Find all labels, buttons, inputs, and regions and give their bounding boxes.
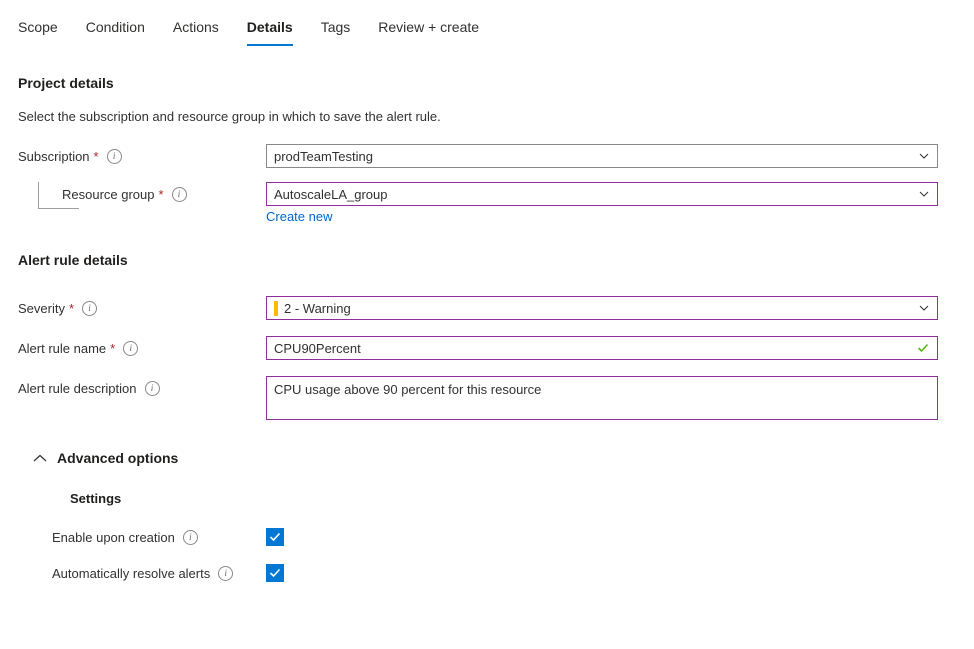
required-indicator: * bbox=[110, 342, 115, 355]
tab-label: Tags bbox=[321, 19, 351, 35]
tab-label: Scope bbox=[18, 19, 58, 35]
advanced-options-toggle[interactable]: Advanced options bbox=[33, 450, 974, 466]
severity-label-cell: Severity * i bbox=[18, 296, 266, 316]
severity-value: 2 - Warning bbox=[284, 301, 351, 316]
resource-group-row: Resource group * i AutoscaleLA_group Cre… bbox=[18, 182, 974, 224]
chevron-down-icon bbox=[919, 189, 929, 199]
advanced-options-label: Advanced options bbox=[57, 450, 178, 466]
valid-check-icon bbox=[917, 342, 929, 354]
tab-scope[interactable]: Scope bbox=[16, 18, 72, 46]
alert-rule-name-label-cell: Alert rule name * i bbox=[18, 336, 266, 356]
auto-resolve-alerts-row: Automatically resolve alerts i bbox=[18, 564, 974, 582]
auto-resolve-alerts-checkbox[interactable] bbox=[266, 564, 284, 582]
enable-upon-creation-label-cell: Enable upon creation i bbox=[18, 528, 266, 545]
alert-rule-name-row: Alert rule name * i CPU90Percent bbox=[18, 336, 974, 360]
resource-group-label: Resource group bbox=[62, 187, 155, 202]
subscription-dropdown[interactable]: prodTeamTesting bbox=[266, 144, 938, 168]
tab-label: Details bbox=[247, 19, 293, 35]
required-indicator: * bbox=[69, 302, 74, 315]
required-indicator: * bbox=[94, 150, 99, 163]
resource-group-label-cell: Resource group * i bbox=[18, 182, 266, 202]
resource-group-field-cell: AutoscaleLA_group Create new bbox=[266, 182, 974, 224]
enable-upon-creation-field-cell bbox=[266, 528, 974, 546]
alert-rule-name-field-cell: CPU90Percent bbox=[266, 336, 974, 360]
info-icon[interactable]: i bbox=[82, 301, 97, 316]
settings-heading: Settings bbox=[70, 491, 974, 506]
info-icon[interactable]: i bbox=[145, 381, 160, 396]
wizard-tab-bar: Scope Condition Actions Details Tags Rev… bbox=[0, 0, 974, 46]
severity-field-cell: 2 - Warning bbox=[266, 296, 974, 320]
info-icon[interactable]: i bbox=[107, 149, 122, 164]
project-details-heading: Project details bbox=[18, 75, 974, 91]
alert-rule-description-label: Alert rule description bbox=[18, 381, 137, 396]
tab-condition[interactable]: Condition bbox=[72, 18, 159, 46]
alert-rule-description-row: Alert rule description i CPU usage above… bbox=[18, 376, 974, 420]
tab-details[interactable]: Details bbox=[233, 18, 307, 46]
check-icon bbox=[269, 567, 281, 579]
check-icon bbox=[269, 531, 281, 543]
subscription-field-cell: prodTeamTesting bbox=[266, 144, 974, 168]
info-icon[interactable]: i bbox=[123, 341, 138, 356]
tab-label: Review + create bbox=[378, 19, 479, 35]
alert-rule-name-label: Alert rule name bbox=[18, 341, 106, 356]
auto-resolve-alerts-field-cell bbox=[266, 564, 974, 582]
alert-rule-details-heading: Alert rule details bbox=[18, 252, 974, 268]
alert-rule-description-textarea[interactable]: CPU usage above 90 percent for this reso… bbox=[266, 376, 938, 420]
chevron-down-icon bbox=[919, 303, 929, 313]
required-indicator: * bbox=[159, 188, 164, 201]
project-details-description: Select the subscription and resource gro… bbox=[18, 109, 974, 124]
resource-group-dropdown[interactable]: AutoscaleLA_group bbox=[266, 182, 938, 206]
severity-row: Severity * i 2 - Warning bbox=[18, 296, 974, 320]
resource-group-value: AutoscaleLA_group bbox=[274, 187, 387, 202]
info-icon[interactable]: i bbox=[172, 187, 187, 202]
chevron-down-icon bbox=[919, 151, 929, 161]
chevron-up-icon bbox=[33, 454, 47, 463]
severity-dropdown[interactable]: 2 - Warning bbox=[266, 296, 938, 320]
tab-review-create[interactable]: Review + create bbox=[364, 18, 493, 46]
alert-rule-name-input[interactable]: CPU90Percent bbox=[266, 336, 938, 360]
tab-actions[interactable]: Actions bbox=[159, 18, 233, 46]
severity-label: Severity bbox=[18, 301, 65, 316]
subscription-label-cell: Subscription * i bbox=[18, 144, 266, 164]
enable-upon-creation-row: Enable upon creation i bbox=[18, 528, 974, 546]
auto-resolve-alerts-label: Automatically resolve alerts bbox=[52, 566, 210, 581]
alert-rule-name-value: CPU90Percent bbox=[274, 341, 361, 356]
alert-rule-description-field-cell: CPU usage above 90 percent for this reso… bbox=[266, 376, 974, 420]
tab-label: Condition bbox=[86, 19, 145, 35]
severity-color-swatch bbox=[274, 301, 278, 316]
subscription-row: Subscription * i prodTeamTesting bbox=[18, 144, 974, 168]
create-new-resource-group-link[interactable]: Create new bbox=[266, 209, 332, 224]
details-form: Project details Select the subscription … bbox=[0, 75, 974, 582]
info-icon[interactable]: i bbox=[183, 530, 198, 545]
auto-resolve-alerts-label-cell: Automatically resolve alerts i bbox=[18, 564, 266, 581]
tab-tags[interactable]: Tags bbox=[307, 18, 365, 46]
subscription-label: Subscription bbox=[18, 149, 90, 164]
subscription-value: prodTeamTesting bbox=[274, 149, 373, 164]
tab-label: Actions bbox=[173, 19, 219, 35]
enable-upon-creation-checkbox[interactable] bbox=[266, 528, 284, 546]
enable-upon-creation-label: Enable upon creation bbox=[52, 530, 175, 545]
alert-rule-description-label-cell: Alert rule description i bbox=[18, 376, 266, 396]
info-icon[interactable]: i bbox=[218, 566, 233, 581]
